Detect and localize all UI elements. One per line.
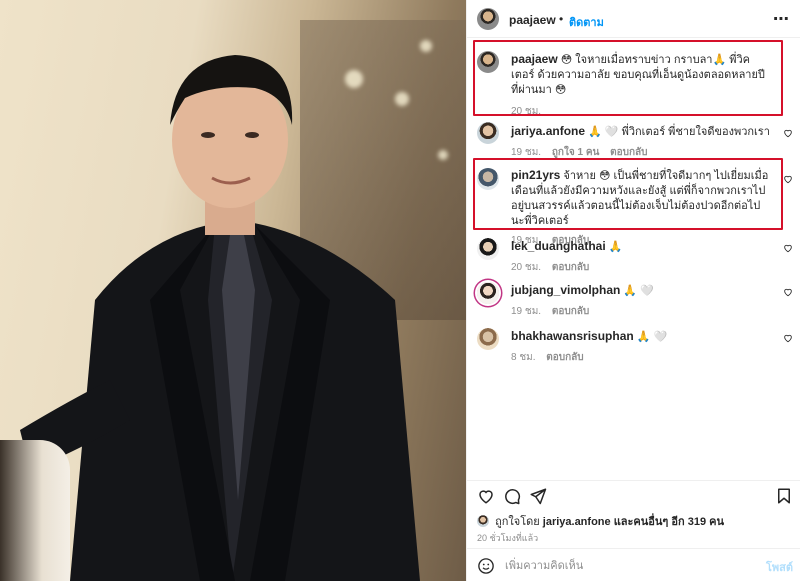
- add-comment-bar: โพสต์: [467, 548, 800, 581]
- comment-text: 🙏 🤍: [636, 331, 668, 343]
- emoji-icon[interactable]: [477, 557, 495, 575]
- comment-text: 🙏 🤍 พี่วิกเตอร์ พี่ชายใจดีของพวกเรา: [588, 126, 770, 138]
- reply-button[interactable]: ตอบกลับ: [552, 306, 589, 317]
- comment-text: 🙏: [608, 241, 623, 253]
- highlight-box: [473, 158, 783, 230]
- action-bar: [467, 480, 800, 510]
- commenter-username[interactable]: jubjang_vimolphan: [511, 283, 620, 297]
- liker-username[interactable]: jariya.anfone: [543, 516, 611, 528]
- liker-avatar[interactable]: [477, 515, 489, 527]
- commenter-avatar[interactable]: [477, 122, 499, 144]
- comment-time: 19 ชม.: [511, 306, 542, 317]
- commenter-avatar[interactable]: [477, 282, 499, 304]
- author-username[interactable]: paajaew: [509, 13, 556, 27]
- post-header: paajaew • ติดตาม ⋯: [467, 0, 800, 38]
- comment-item: jariya.anfone 🙏 🤍 พี่วิกเตอร์ พี่ชายใจดี…: [467, 120, 800, 160]
- more-options-icon[interactable]: ⋯: [773, 9, 789, 29]
- post-comment-button[interactable]: โพสต์: [766, 558, 793, 576]
- likes-prefix: ถูกใจโดย: [495, 516, 540, 528]
- author-avatar[interactable]: [477, 8, 499, 30]
- comment-item: lek_duanghathai 🙏 20 ชม. ตอบกลับ: [467, 236, 800, 273]
- reply-button[interactable]: ตอบกลับ: [610, 147, 647, 158]
- comment-input[interactable]: [505, 557, 745, 575]
- save-bookmark-icon[interactable]: [775, 487, 793, 505]
- commenter-username[interactable]: jariya.anfone: [511, 124, 585, 138]
- comment-item: jubjang_vimolphan 🙏 🤍 19 ชม. ตอบกลับ: [467, 280, 800, 317]
- comment-time: 19 ชม.: [511, 147, 542, 158]
- like-heart-icon[interactable]: [477, 487, 495, 505]
- reply-button[interactable]: ตอบกลับ: [552, 262, 589, 273]
- comment-text: 🙏 🤍: [623, 285, 654, 297]
- comment-bubble-icon[interactable]: [503, 487, 521, 505]
- header-separator: •: [559, 12, 564, 26]
- like-heart-icon[interactable]: [783, 287, 793, 297]
- share-send-icon[interactable]: [529, 487, 547, 505]
- like-heart-icon[interactable]: [783, 243, 793, 253]
- chair-back: [0, 440, 70, 581]
- post-photo[interactable]: [0, 0, 466, 581]
- likes-count[interactable]: และคนอื่นๆ อีก 319 คน: [614, 516, 724, 528]
- commenter-username[interactable]: bhakhawansrisuphan: [511, 329, 634, 343]
- post-sidebar: paajaew • ติดตาม ⋯ paajaew 😳 ใจหายเมื่อท…: [466, 0, 800, 581]
- highlight-box: [473, 40, 783, 116]
- reply-button[interactable]: ตอบกลับ: [546, 352, 583, 363]
- commenter-avatar[interactable]: [477, 238, 499, 260]
- likes-summary: ถูกใจโดย jariya.anfone และคนอื่นๆ อีก 31…: [477, 512, 724, 530]
- follow-button[interactable]: ติดตาม: [569, 13, 604, 31]
- comment-item: bhakhawansrisuphan 🙏 🤍 8 ชม. ตอบกลับ: [467, 326, 800, 363]
- like-heart-icon[interactable]: [783, 128, 793, 138]
- comment-like-count[interactable]: ถูกใจ 1 คน: [552, 147, 600, 158]
- like-heart-icon[interactable]: [783, 174, 793, 184]
- like-heart-icon[interactable]: [783, 333, 793, 343]
- comment-time: 8 ชม.: [511, 352, 536, 363]
- commenter-avatar[interactable]: [477, 328, 499, 350]
- post-timestamp: 20 ชั่วโมงที่แล้ว: [477, 533, 539, 543]
- comment-time: 20 ชม.: [511, 262, 542, 273]
- commenter-username[interactable]: lek_duanghathai: [511, 239, 606, 253]
